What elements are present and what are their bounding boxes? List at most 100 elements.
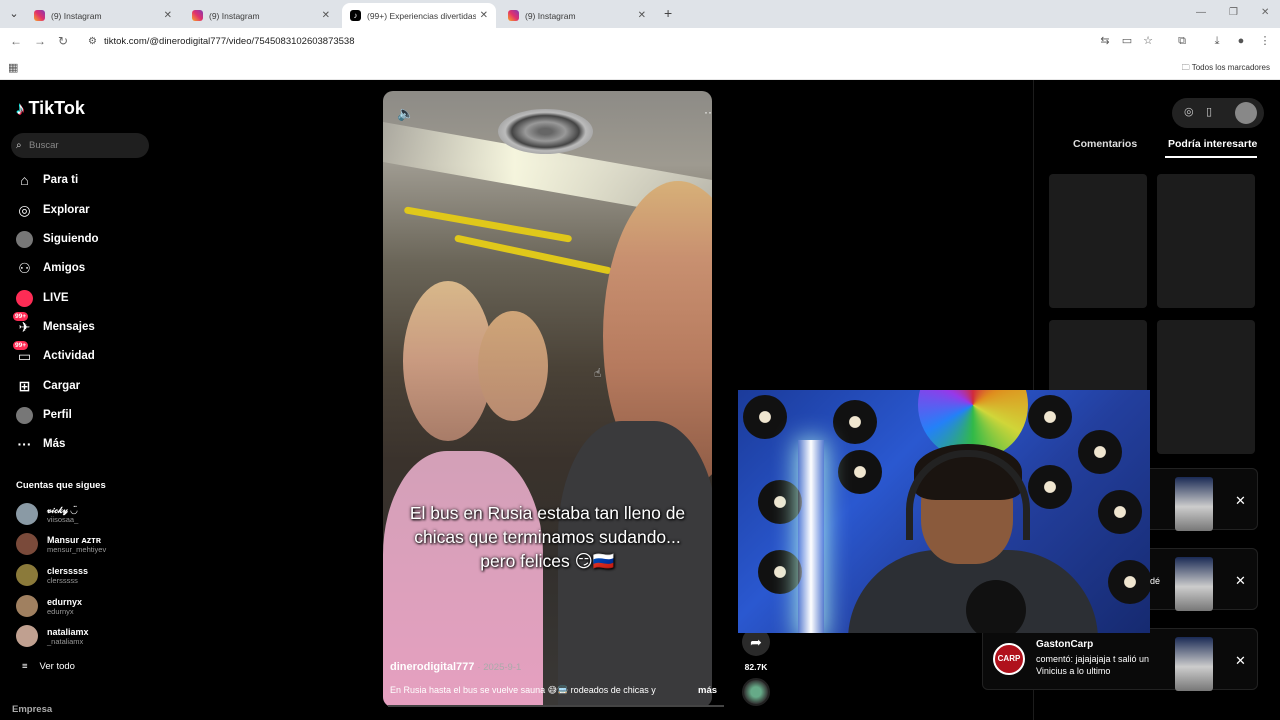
browser-tab[interactable]: (9) Instagram ✕ [184,3,338,28]
music-disc-icon[interactable] [742,678,770,706]
back-icon[interactable]: ← [10,34,22,48]
avatar [16,564,38,586]
nav-item-siguiendo[interactable]: Siguiendo [16,229,99,249]
webcam-vinyl [758,550,802,594]
search-input[interactable]: ⌕ Buscar [11,133,149,158]
bookmarks-bar: ▦ 🗀 Todos los marcadores [0,56,1280,80]
share-count: 82.7K [744,662,768,672]
video-author[interactable]: dinerodigital777 · 2025-9-1 [390,661,521,673]
account-handle: _nataliamx [47,636,84,646]
notification-text-fragment: dé [1150,576,1161,586]
tiktok-page: ♪ TikTok ⌕ Buscar ⌂ Para ti ◎ Explorar S… [0,80,1280,720]
close-icon[interactable]: ✕ [1235,653,1246,669]
restore-icon[interactable]: ❐ [1229,7,1238,18]
instagram-icon [508,10,519,21]
upload-icon: ⊞ [18,377,31,394]
nav-label: Actividad [43,350,95,362]
webcam-vinyl [1028,395,1072,439]
browser-tab[interactable]: (9) Instagram ✕ [26,3,180,28]
browser-tab-active[interactable]: ♪ (99+) Experiencias divertidas en ✕ [342,3,496,28]
following-account[interactable]: Mansur ᴀᴢᴛʀ mensur_mehtiyev [16,531,106,557]
volume-icon[interactable]: 🔈 [397,105,414,122]
apps-grid-icon[interactable]: ▦ [8,61,18,74]
nav-item-para-ti[interactable]: ⌂ Para ti [16,170,78,190]
show-more-button[interactable]: más [698,685,717,696]
video-description: En Rusia hasta el bus se vuelve sauna 😅🚍… [390,685,656,695]
tab-search-chevron-icon[interactable]: ⌄ [4,4,24,24]
tab-title: (9) Instagram [51,10,102,21]
all-bookmarks-label: Todos los marcadores [1191,63,1270,72]
account-name: edurnyx [47,596,83,607]
following-avatar-icon [16,230,33,248]
webcam-neon-light [798,440,824,633]
nav-item-mensajes[interactable]: ✈ 99+ Mensajes [13,311,95,337]
browser-tab[interactable]: (9) Instagram ✕ [500,3,654,28]
tiktok-logo[interactable]: ♪ TikTok [16,98,85,119]
device-icon[interactable]: ▯ [1206,105,1212,118]
video-frame-vent [498,109,593,154]
all-bookmarks-button[interactable]: 🗀 Todos los marcadores [1182,62,1270,76]
bookmark-star-icon[interactable]: ☆ [1142,35,1154,47]
new-tab-icon[interactable]: + [664,5,672,21]
browser-menu-icon[interactable]: ⋮ [1259,35,1271,47]
see-all-label: Ver todo [39,661,75,672]
webcam-vinyl [838,450,882,494]
following-account[interactable]: edurnyx edurnyx [16,593,82,619]
profile-avatar-icon[interactable]: ● [1235,35,1247,47]
compass-icon: ◎ [18,201,31,218]
user-avatar[interactable] [1235,102,1257,124]
video-more-icon[interactable]: ··· [704,105,712,119]
home-icon: ⌂ [20,172,29,188]
cast-icon[interactable]: ▭ [1121,35,1133,47]
recommended-video-tile[interactable] [1157,320,1255,454]
following-account[interactable]: clersssss clersssss [16,562,88,588]
nav-label: Perfil [43,409,72,421]
tab-title: (9) Instagram [209,10,260,21]
translate-icon[interactable]: ⇆ [1099,35,1111,47]
top-actions-pill: ◎ ▯ [1172,98,1264,128]
close-tab-icon[interactable]: ✕ [322,10,330,21]
caption-line: pero felices 😏🇷🇺 [480,551,615,571]
notification-toast[interactable]: CARP GastonCarp comentó: jajajajaja t sa… [982,628,1258,691]
close-icon[interactable]: ✕ [1235,493,1246,509]
close-tab-icon[interactable]: ✕ [164,10,172,21]
video-progress-bar[interactable] [388,705,724,707]
following-account[interactable]: 𝓋𝒾𝒸𝓀𝓎 ◡̈ viisosaa_ [16,501,78,527]
friends-icon: ⚇ [18,259,31,276]
author-name[interactable]: dinerodigital777 [390,661,474,673]
recommended-video-tile[interactable] [1157,174,1255,308]
tab-recommended[interactable]: Podría interesarte [1168,138,1257,150]
footer-company-link[interactable]: Empresa [12,704,52,715]
coins-icon[interactable]: ◎ [1184,105,1194,118]
nav-item-amigos[interactable]: ⚇ Amigos [16,258,85,278]
following-account[interactable]: nataliamx _nataliamx [16,623,89,649]
extensions-icon[interactable]: ⧉ [1176,35,1188,47]
video-frame-rail [403,206,573,243]
url-text: tiktok.com/@dinerodigital777/video/75450… [104,36,355,47]
download-icon[interactable]: ⤓ [1211,35,1223,47]
webcam-vinyl [758,480,802,524]
reload-icon[interactable]: ↻ [58,34,68,48]
nav-item-explorar[interactable]: ◎ Explorar [16,200,89,220]
minimize-icon[interactable]: — [1196,7,1206,18]
forward-icon[interactable]: → [34,34,46,48]
nav-item-actividad[interactable]: ▭ 99+ Actividad [13,340,95,366]
avatar: CARP [993,643,1025,675]
nav-item-perfil[interactable]: Perfil [16,405,72,425]
see-all-button[interactable]: ≡ Ver todo [22,661,75,672]
close-window-icon[interactable]: ✕ [1261,7,1269,18]
url-field[interactable]: ⚙ tiktok.com/@dinerodigital777/video/754… [84,31,1174,53]
recommended-video-tile[interactable] [1049,174,1147,308]
close-tab-icon[interactable]: ✕ [480,10,488,21]
nav-item-live[interactable]: LIVE [16,288,69,308]
brand-name: TikTok [28,98,85,118]
nav-item-cargar[interactable]: ⊞ Cargar [16,376,80,396]
site-info-icon[interactable]: ⚙ [88,31,97,53]
close-tab-icon[interactable]: ✕ [638,10,646,21]
webcam-vinyl [1098,490,1142,534]
video-caption: El bus en Rusia estaba tan lleno de chic… [383,501,712,573]
video-player[interactable]: 🔈 ··· El bus en Rusia estaba tan lleno d… [383,91,712,707]
nav-item-mas[interactable]: ··· Más [16,434,66,454]
close-icon[interactable]: ✕ [1235,573,1246,589]
tab-comments[interactable]: Comentarios [1073,138,1137,150]
